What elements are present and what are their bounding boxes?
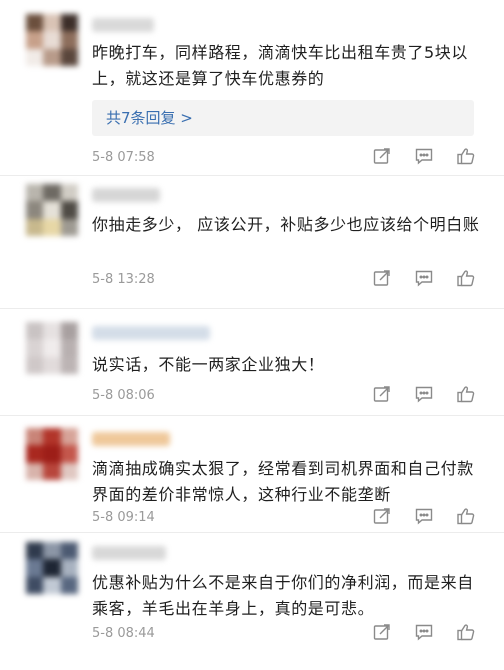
- view-replies-link[interactable]: 共7条回复 >: [92, 100, 474, 136]
- share-icon[interactable]: [372, 622, 392, 642]
- avatar[interactable]: [26, 14, 78, 66]
- avatar[interactable]: [26, 428, 78, 480]
- divider: [0, 175, 504, 176]
- comment-icon[interactable]: [414, 384, 434, 404]
- avatar[interactable]: [26, 322, 78, 374]
- username[interactable]: [92, 432, 170, 446]
- comment-text: 说实话，不能一两家企业独大！: [92, 355, 325, 374]
- comment-time: 5-8 08:06: [92, 388, 155, 403]
- comment-time: 5-8 09:14: [92, 510, 155, 525]
- comment-text: 你抽走多少， 应该公开，补贴多少也应该给个明白账: [92, 215, 480, 234]
- comment-icon[interactable]: [414, 268, 434, 288]
- divider: [0, 308, 504, 309]
- avatar[interactable]: [26, 184, 78, 236]
- username[interactable]: [92, 18, 154, 32]
- comment-icon[interactable]: [414, 146, 434, 166]
- comment-list: 昨晚打车，同样路程，滴滴快车比出租车贵了5块以上，就这还是算了快车优惠券的 共7…: [0, 0, 504, 670]
- share-icon[interactable]: [372, 268, 392, 288]
- username[interactable]: [92, 546, 166, 560]
- like-icon[interactable]: [456, 268, 476, 288]
- username[interactable]: [92, 188, 160, 202]
- divider: [0, 532, 504, 533]
- like-icon[interactable]: [456, 384, 476, 404]
- avatar[interactable]: [26, 542, 78, 594]
- comment-time: 5-8 13:28: [92, 272, 155, 287]
- divider: [0, 415, 504, 416]
- like-icon[interactable]: [456, 506, 476, 526]
- comment-time: 5-8 08:44: [92, 626, 155, 641]
- share-icon[interactable]: [372, 384, 392, 404]
- comment-time: 5-8 07:58: [92, 150, 155, 165]
- comment-text: 优惠补贴为什么不是来自于你们的净利润，而是来自乘客，羊毛出在羊身上，真的是可悲。: [92, 573, 474, 618]
- comment-text: 滴滴抽成确实太狠了，经常看到司机界面和自己付款界面的差价非常惊人，这种行业不能垄…: [92, 459, 474, 504]
- comment-icon[interactable]: [414, 506, 434, 526]
- share-icon[interactable]: [372, 146, 392, 166]
- comment-text: 昨晚打车，同样路程，滴滴快车比出租车贵了5块以上，就这还是算了快车优惠券的: [92, 43, 468, 88]
- comment-icon[interactable]: [414, 622, 434, 642]
- like-icon[interactable]: [456, 146, 476, 166]
- like-icon[interactable]: [456, 622, 476, 642]
- share-icon[interactable]: [372, 506, 392, 526]
- username[interactable]: [92, 326, 210, 340]
